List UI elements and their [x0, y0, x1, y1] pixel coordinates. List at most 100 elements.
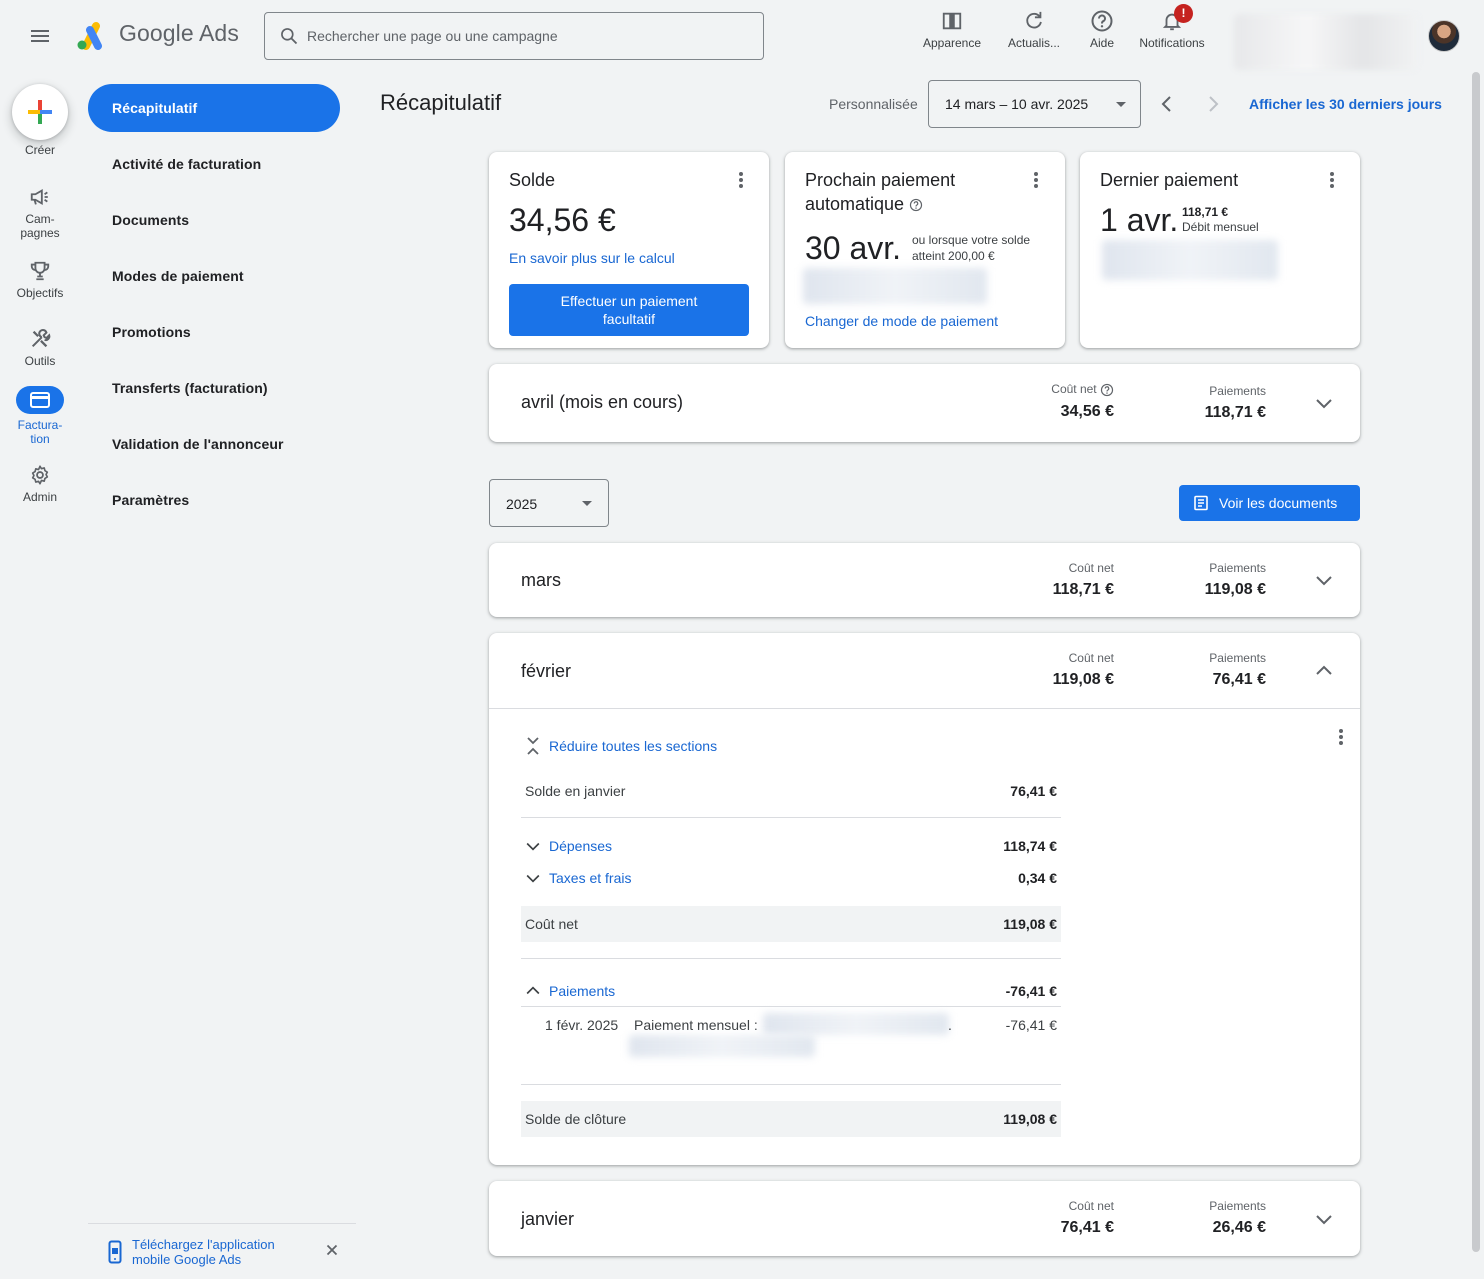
last-payment-card-menu[interactable] — [1320, 168, 1344, 192]
taxes-value: 0,34 € — [1018, 870, 1057, 886]
month-net-cost: Coût net 118,71 € — [1053, 561, 1114, 599]
date-range-select[interactable]: 14 mars – 10 avr. 2025 — [928, 80, 1141, 128]
nav-billing-activity[interactable]: Activité de facturation — [88, 140, 340, 188]
expand-button[interactable] — [1312, 391, 1336, 415]
next-payment-card-menu[interactable] — [1024, 168, 1048, 192]
balance-card: Solde 34,56 € En savoir plus sur le calc… — [489, 152, 769, 348]
refresh-button[interactable]: Actualis... — [1004, 8, 1064, 56]
monthly-payment-link[interactable]: Paiement mensuel : — [634, 1017, 758, 1033]
next-payment-title-text: Prochain paiement automatique — [805, 170, 956, 214]
nav-promotions[interactable]: Promotions — [88, 308, 340, 356]
month-payments: Paiements 26,46 € — [1209, 1199, 1266, 1237]
rail-campaigns[interactable]: Cam- pagnes — [0, 186, 80, 240]
trophy-icon — [30, 261, 50, 281]
view-documents-button[interactable]: Voir les documents — [1179, 485, 1360, 521]
month-payments: Paiements 76,41 € — [1209, 651, 1266, 689]
next-period-button[interactable] — [1201, 92, 1225, 116]
more-vert-icon — [739, 172, 743, 188]
create-button[interactable] — [12, 84, 68, 140]
more-vert-icon — [1034, 172, 1038, 188]
opening-balance-row: Solde en janvier 76,41 € — [521, 773, 1061, 809]
appearance-icon — [942, 12, 962, 30]
nav-divider — [88, 1223, 356, 1224]
february-menu[interactable] — [1329, 725, 1353, 749]
year-select[interactable]: 2025 — [489, 479, 609, 527]
payments-label: Paiements — [1209, 384, 1266, 398]
rail-admin[interactable]: Admin — [0, 464, 80, 504]
expand-button[interactable] — [1312, 568, 1336, 592]
rail-goals[interactable]: Objectifs — [0, 260, 80, 300]
collapse-button[interactable] — [1312, 659, 1336, 683]
plus-icon — [28, 100, 52, 124]
search-input[interactable] — [307, 23, 747, 49]
taxes-section[interactable]: Taxes et frais 0,34 € — [521, 866, 1061, 890]
closing-balance-label: Solde de clôture — [525, 1111, 627, 1127]
date-range-mode: Personnalisée — [829, 96, 918, 112]
current-month-row[interactable]: avril (mois en cours) Coût net 34,56 € P… — [489, 364, 1360, 442]
last-payment-card-title: Dernier paiement — [1100, 170, 1239, 190]
product-name: Google Ads — [119, 20, 239, 46]
payment-entry-row: 1 févr. 2025 Paiement mensuel : . -76,41… — [521, 1013, 1061, 1059]
learn-calculation-link[interactable]: En savoir plus sur le calcul — [509, 250, 675, 266]
last-30-days-link[interactable]: Afficher les 30 derniers jours — [1249, 96, 1442, 112]
february-header[interactable]: février Coût net 119,08 € Paiements 76,4… — [489, 633, 1360, 709]
expand-button[interactable] — [1312, 1207, 1336, 1231]
next-payment-threshold-note: ou lorsque votre solde atteint 200,00 € — [912, 233, 1031, 263]
payments-section[interactable]: Paiements -76,41 € — [521, 979, 1061, 1003]
nav-documents[interactable]: Documents — [88, 196, 340, 244]
help-icon — [1091, 10, 1113, 32]
notifications-button[interactable]: Notifications — [1134, 8, 1210, 56]
nav-summary[interactable]: Récapitulatif — [88, 84, 340, 132]
avatar[interactable] — [1428, 20, 1460, 52]
appearance-button[interactable]: Apparence — [921, 8, 983, 56]
previous-period-button[interactable] — [1155, 92, 1179, 116]
chevron-down-icon — [1316, 399, 1332, 409]
account-info-redacted[interactable] — [1234, 14, 1418, 70]
change-payment-method-link[interactable]: Changer de mode de paiement — [805, 313, 998, 329]
help-icon[interactable] — [1100, 383, 1114, 397]
payment-entry-amount: -76,41 € — [1005, 1017, 1057, 1033]
rail-tools[interactable]: Outils — [0, 328, 80, 368]
close-promo-button[interactable] — [324, 1242, 340, 1258]
help-button[interactable]: Aide — [1082, 8, 1122, 56]
last-payment-amount: 118,71 € — [1182, 205, 1229, 219]
year-value: 2025 — [506, 496, 538, 512]
chevron-down-icon — [1316, 576, 1332, 586]
month-row-march[interactable]: mars Coût net 118,71 € Paiements 119,08 … — [489, 543, 1360, 617]
payment-reference-redacted-2 — [629, 1035, 815, 1057]
page-scrollbar[interactable] — [1472, 72, 1480, 1252]
month-row-january[interactable]: janvier Coût net 76,41 € Paiements 26,46… — [489, 1181, 1360, 1256]
nav-transfers[interactable]: Transferts (facturation) — [88, 364, 340, 412]
month-net-cost: Coût net 119,08 € — [1053, 651, 1114, 689]
net-cost-label: Coût net — [1068, 1199, 1114, 1213]
net-cost-value: 76,41 € — [1060, 1219, 1114, 1236]
taxes-label: Taxes et frais — [549, 870, 632, 886]
nav-advertiser-verification[interactable]: Validation de l'annonceur — [88, 420, 340, 468]
payments-value: 119,08 € — [1204, 581, 1266, 598]
optional-payment-button[interactable]: Effectuer un paiement facultatif — [509, 284, 749, 336]
refresh-label: Actualis... — [1007, 36, 1061, 50]
mobile-app-promo-link[interactable]: Téléchargez l'application mobile Google … — [132, 1237, 302, 1267]
payments-value: -76,41 € — [1005, 983, 1057, 999]
nav-settings[interactable]: Paramètres — [88, 476, 340, 524]
help-icon[interactable] — [909, 198, 923, 212]
month-name: mars — [521, 570, 561, 590]
search-bar[interactable] — [264, 12, 764, 60]
payments-value: 26,46 € — [1212, 1219, 1266, 1236]
nav-payment-methods[interactable]: Modes de paiement — [88, 252, 340, 300]
main-menu-button[interactable] — [28, 24, 52, 48]
rail-tools-label: Outils — [24, 354, 56, 368]
hamburger-icon — [31, 30, 49, 42]
create-label: Créer — [24, 143, 55, 157]
spend-value: 118,74 € — [1003, 838, 1057, 854]
rail-billing[interactable]: Factura- tion — [0, 386, 80, 446]
chevron-up-icon — [526, 986, 540, 995]
unfold-less-icon — [527, 737, 539, 755]
net-cost-label: Coût net — [1068, 561, 1114, 575]
next-payment-card: Prochain paiement automatique 30 avr. ou… — [785, 152, 1065, 348]
close-icon — [326, 1244, 338, 1256]
net-cost-value: 119,08 € — [1003, 916, 1057, 932]
spend-section[interactable]: Dépenses 118,74 € — [521, 834, 1061, 858]
page-title: Récapitulatif — [380, 90, 502, 115]
balance-card-menu[interactable] — [729, 168, 753, 192]
